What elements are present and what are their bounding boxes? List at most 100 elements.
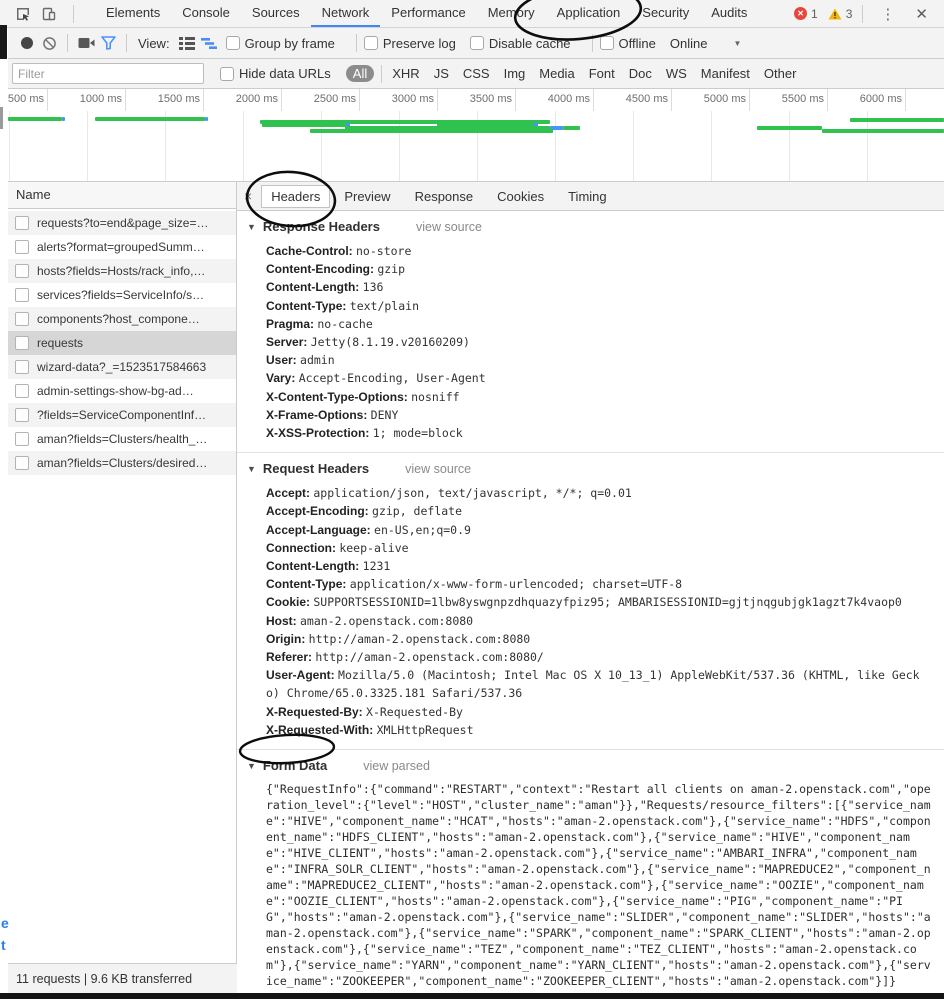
section-view-link[interactable]: view parsed bbox=[363, 759, 430, 773]
error-count[interactable]: 1 bbox=[811, 7, 818, 21]
warning-count[interactable]: 3 bbox=[846, 7, 853, 21]
request-row[interactable]: requests?to=end&page_size=… bbox=[8, 211, 236, 235]
header-value: admin bbox=[300, 353, 335, 368]
network-overview[interactable]: 500 ms 1000 ms 1500 ms 2000 ms 2500 ms 3000 m… bbox=[8, 89, 944, 182]
header-name: Content-Type: bbox=[266, 577, 350, 592]
filter-funnel-icon[interactable] bbox=[97, 31, 119, 55]
offline-checkbox[interactable]: Offline bbox=[599, 35, 656, 51]
hide-data-urls-label: Hide data URLs bbox=[239, 66, 331, 81]
filter-input[interactable] bbox=[12, 63, 204, 84]
request-row[interactable]: admin-settings-show-bg-ad… bbox=[8, 379, 236, 403]
tab-memory[interactable]: Memory bbox=[477, 0, 546, 27]
inspect-element-icon[interactable] bbox=[14, 0, 32, 27]
checkbox-icon[interactable] bbox=[363, 36, 378, 50]
section-header[interactable]: ▼ Request Headers view source bbox=[247, 461, 938, 476]
name-column-header[interactable]: Name bbox=[8, 182, 236, 209]
tab-network[interactable]: Network bbox=[310, 0, 381, 27]
clear-icon[interactable] bbox=[38, 31, 60, 55]
throttling-select[interactable]: Online bbox=[670, 36, 708, 51]
detail-tab-cookies[interactable]: Cookies bbox=[487, 185, 554, 208]
splitter-handle[interactable] bbox=[0, 107, 3, 129]
header-name: Vary: bbox=[266, 371, 299, 386]
close-devtools-icon[interactable]: ✕ bbox=[905, 5, 932, 23]
section-header[interactable]: ▼ Form Data view parsed bbox=[247, 758, 938, 773]
overview-tick: 500 ms bbox=[7, 93, 44, 105]
device-toolbar-icon[interactable] bbox=[40, 0, 58, 27]
request-row[interactable]: wizard-data?_=1523517584663 bbox=[8, 355, 236, 379]
request-name: wizard-data?_=1523517584663 bbox=[37, 360, 207, 374]
resource-icon bbox=[15, 432, 29, 446]
tab-security[interactable]: Security bbox=[631, 0, 700, 27]
section-header[interactable]: ▼ Response Headers view source bbox=[247, 219, 938, 234]
tab-audits[interactable]: Audits bbox=[700, 0, 758, 27]
offline-label: Offline bbox=[618, 35, 656, 51]
filter-type-font[interactable]: Font bbox=[589, 66, 615, 81]
waterfall-view-icon[interactable] bbox=[198, 31, 220, 55]
capture-screenshots-icon[interactable] bbox=[75, 31, 97, 55]
checkbox-icon[interactable] bbox=[469, 36, 484, 50]
request-row[interactable]: components?host_compone… bbox=[8, 307, 236, 331]
overview-tick: 2000 ms bbox=[235, 93, 278, 105]
filter-type-ws[interactable]: WS bbox=[666, 66, 687, 81]
checkbox-icon[interactable] bbox=[599, 36, 614, 50]
large-rows-view-icon[interactable] bbox=[176, 31, 198, 55]
waterfall-bar bbox=[822, 129, 944, 133]
header-value: text/plain bbox=[349, 298, 420, 313]
group-by-frame-label: Group by frame bbox=[244, 35, 335, 51]
record-icon[interactable] bbox=[16, 31, 38, 55]
warning-icon[interactable] bbox=[828, 8, 842, 20]
triangle-down-icon[interactable]: ▼ bbox=[247, 464, 256, 474]
filter-type-img[interactable]: Img bbox=[504, 66, 526, 81]
filter-type-manifest[interactable]: Manifest bbox=[701, 66, 750, 81]
filter-type-doc[interactable]: Doc bbox=[629, 66, 652, 81]
filter-type-css[interactable]: CSS bbox=[463, 66, 490, 81]
detail-tab-preview[interactable]: Preview bbox=[334, 185, 400, 208]
detail-tab-response[interactable]: Response bbox=[405, 185, 484, 208]
resource-icon bbox=[15, 360, 29, 374]
request-row[interactable]: alerts?format=groupedSumm… bbox=[8, 235, 236, 259]
tab-console[interactable]: Console bbox=[171, 0, 241, 27]
tab-performance[interactable]: Performance bbox=[380, 0, 476, 27]
tab-sources[interactable]: Sources bbox=[241, 0, 311, 27]
filter-type-other[interactable]: Other bbox=[764, 66, 797, 81]
filter-type-js[interactable]: JS bbox=[434, 66, 449, 81]
filter-type-media[interactable]: Media bbox=[539, 66, 574, 81]
hide-data-urls-checkbox[interactable]: Hide data URLs bbox=[220, 66, 331, 81]
header-item: Content-Length: 136 bbox=[266, 278, 932, 296]
tab-elements[interactable]: Elements bbox=[95, 0, 171, 27]
filter-type-all[interactable]: All bbox=[345, 65, 375, 82]
disable-cache-checkbox[interactable]: Disable cache bbox=[469, 36, 571, 51]
close-detail-icon[interactable]: × bbox=[239, 188, 259, 204]
section-view-link[interactable]: view source bbox=[416, 220, 482, 234]
header-item: Content-Encoding: gzip bbox=[266, 260, 932, 278]
header-name: Accept: bbox=[266, 486, 314, 501]
header-value: nosniff bbox=[411, 389, 460, 404]
waterfall-bar bbox=[95, 117, 205, 121]
request-row[interactable]: ?fields=ServiceComponentInf… bbox=[8, 403, 236, 427]
tab-application[interactable]: Application bbox=[546, 0, 632, 27]
overview-tick: 3500 ms bbox=[469, 93, 512, 105]
detail-tab-headers[interactable]: Headers bbox=[261, 184, 331, 208]
triangle-down-icon[interactable]: ▼ bbox=[247, 761, 256, 771]
more-options-icon[interactable]: ⋮ bbox=[870, 5, 905, 23]
chevron-down-icon[interactable]: ▼ bbox=[733, 39, 741, 48]
request-row[interactable]: hosts?fields=Hosts/rack_info,… bbox=[8, 259, 236, 283]
request-row[interactable]: aman?fields=Clusters/desired… bbox=[8, 451, 236, 475]
request-row[interactable]: requests bbox=[8, 331, 236, 355]
waterfall-bar bbox=[563, 126, 580, 130]
header-name: Content-Length: bbox=[266, 280, 363, 295]
filter-type-xhr[interactable]: XHR bbox=[392, 66, 419, 81]
checkbox-icon[interactable] bbox=[220, 66, 234, 81]
detail-tab-timing[interactable]: Timing bbox=[558, 185, 617, 208]
error-icon[interactable]: ✕ bbox=[794, 7, 808, 20]
request-row[interactable]: services?fields=ServiceInfo/s… bbox=[8, 283, 236, 307]
group-by-frame-checkbox[interactable]: Group by frame bbox=[225, 35, 335, 51]
section-view-link[interactable]: view source bbox=[405, 462, 471, 476]
request-row[interactable]: aman?fields=Clusters/health_… bbox=[8, 427, 236, 451]
header-name: X-Frame-Options: bbox=[266, 407, 371, 422]
preserve-log-checkbox[interactable]: Preserve log bbox=[363, 36, 456, 51]
header-item: X-XSS-Protection: 1; mode=block bbox=[266, 424, 932, 442]
triangle-down-icon[interactable]: ▼ bbox=[247, 222, 256, 232]
resource-type-filters: All XHR JS CSS Img Media Font Doc WS Manifest Othe… bbox=[339, 64, 804, 83]
checkbox-icon[interactable] bbox=[225, 36, 240, 50]
